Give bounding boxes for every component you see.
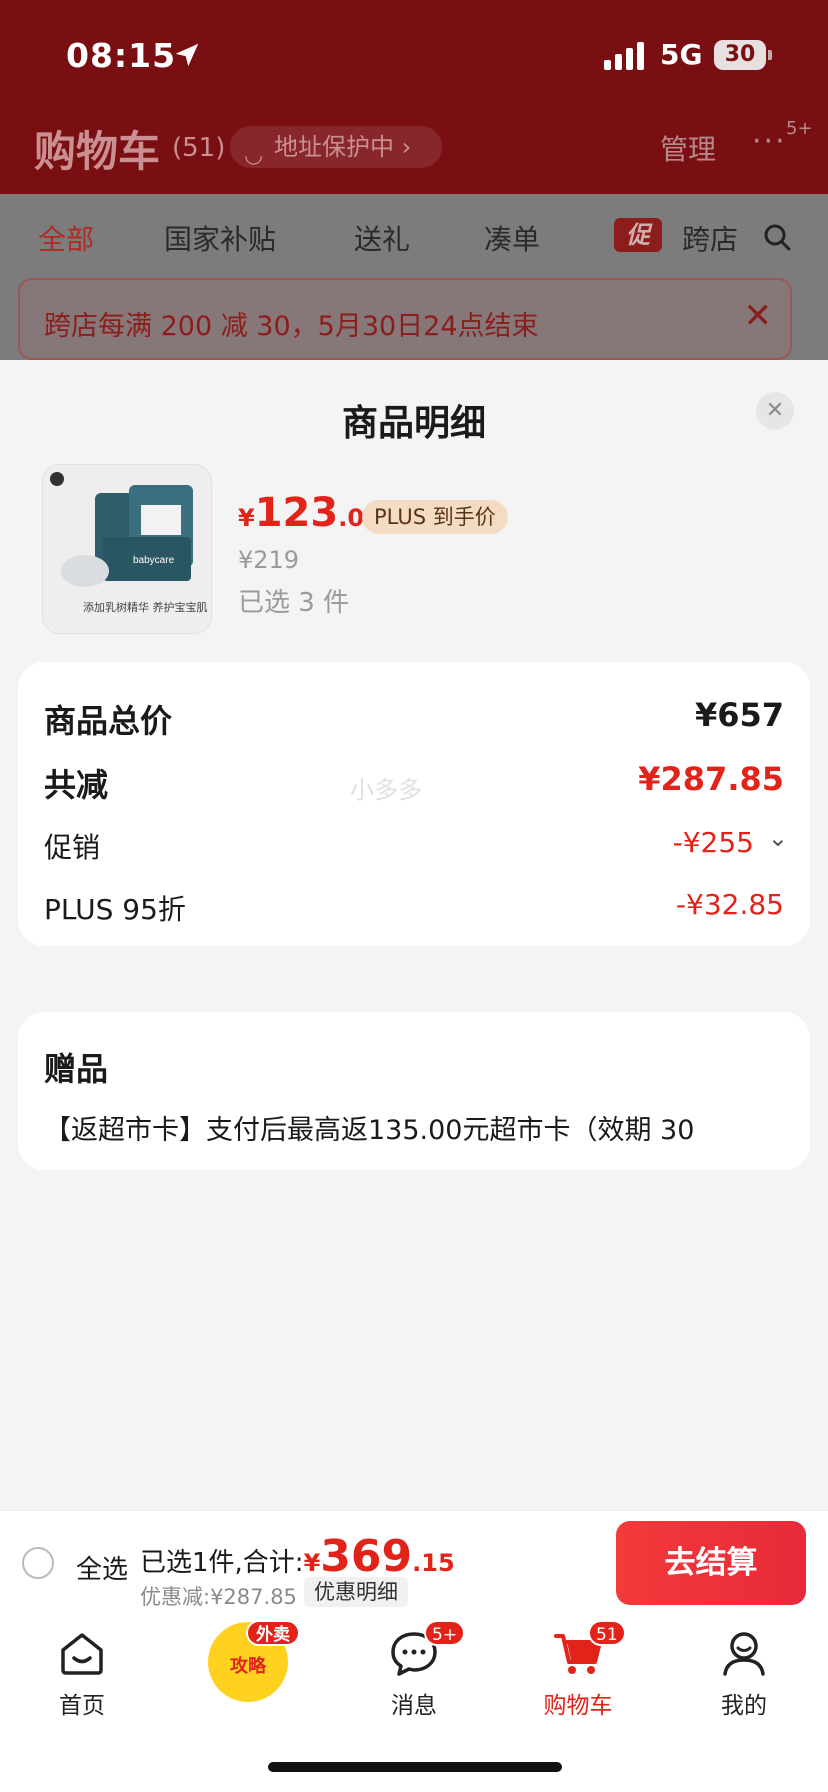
more-options-icon[interactable]: ··· <box>752 124 787 159</box>
cart-badge: 51 <box>588 1620 626 1646</box>
discount-summary: 优惠减:¥287.85 <box>140 1585 297 1609</box>
gift-card: 赠品 【返超市卡】支付后最高返135.00元超市卡（效期 30 <box>18 1012 810 1170</box>
watermark: 小多多 <box>350 776 422 804</box>
page-title: 购物车 <box>34 127 161 176</box>
plus-price-tag: PLUS 到手价 <box>362 500 508 534</box>
total-summary: 已选1件,合计:¥369.15 <box>140 1531 455 1582</box>
location-arrow-icon <box>175 43 199 67</box>
profile-icon <box>723 1632 765 1676</box>
promotion-value[interactable]: -¥255 <box>673 826 754 859</box>
promo-notice: 跨店每满 200 减 30，5月30日24点结束 ✕ <box>18 278 792 360</box>
home-indicator <box>268 1762 562 1772</box>
svg-text:babycare: babycare <box>133 555 175 566</box>
tab-gift[interactable]: 送礼 <box>354 218 410 258</box>
gift-title: 赠品 <box>44 1050 109 1088</box>
cart-count: (51) <box>172 133 226 163</box>
total-decimal: .15 <box>412 1549 455 1577</box>
tab-messages-label: 消息 <box>391 1693 437 1719</box>
selected-count: 已选 3 件 <box>238 588 350 618</box>
plus-discount-value: -¥32.85 <box>675 888 784 921</box>
discount-detail-button[interactable]: 优惠明细 <box>304 1577 408 1607</box>
product-detail-sheet: 商品明细 ✕ babycare 添加乳树精华 养护宝宝肌 ¥123.05 PLU… <box>0 360 828 1510</box>
battery-icon: 30 <box>714 40 766 70</box>
checkout-bar: 全选 已选1件,合计:¥369.15 优惠减:¥287.85 优惠明细 去结算 <box>0 1510 828 1610</box>
cellular-signal-icon <box>604 42 644 70</box>
tab-profile-label: 我的 <box>721 1693 767 1719</box>
address-protect-label: 地址保护中 › <box>274 133 412 161</box>
discount-value: ¥287.85 <box>638 760 784 798</box>
battery-cap <box>768 50 772 60</box>
network-type: 5G <box>660 38 703 71</box>
address-protect-pill[interactable]: ◡ 地址保护中 › <box>230 126 442 168</box>
checkout-button[interactable]: 去结算 <box>616 1521 806 1605</box>
tab-cart[interactable]: 购物车 51 <box>518 1620 638 1720</box>
smile-icon: ◡ <box>244 143 264 168</box>
product-image-caption: 添加乳树精华 养护宝宝肌 <box>83 601 208 614</box>
manage-button[interactable]: 管理 <box>660 128 716 168</box>
selected-summary-label: 已选1件,合计: <box>140 1548 304 1578</box>
promo-tag: 促 <box>614 218 662 252</box>
tab-strategy-label: 攻略 <box>230 1656 266 1677</box>
tab-messages[interactable]: 消息 5+ <box>354 1620 474 1720</box>
discount-label: 共减 <box>44 766 109 804</box>
close-button[interactable]: ✕ <box>756 392 794 430</box>
select-all-checkbox[interactable] <box>22 1547 54 1579</box>
messages-badge: 5+ <box>424 1620 466 1646</box>
waimai-badge: 外卖 <box>246 1620 300 1646</box>
chevron-down-icon[interactable]: ⌄ <box>768 824 788 852</box>
search-icon[interactable] <box>762 222 792 252</box>
total-price-label: 商品总价 <box>44 702 173 740</box>
tab-home[interactable]: 首页 <box>22 1628 142 1720</box>
promotion-label: 促销 <box>44 831 101 864</box>
price-integer: 123 <box>254 490 339 536</box>
total-currency: ¥ <box>303 1549 321 1577</box>
tab-cart-label: 购物车 <box>543 1693 613 1719</box>
status-bar: 08:15 5G 30 <box>0 0 828 100</box>
tab-home-label: 首页 <box>59 1693 105 1719</box>
tab-bundle[interactable]: 凑单 <box>484 218 540 258</box>
original-price: ¥219 <box>238 546 300 574</box>
tab-profile[interactable]: 我的 <box>684 1628 804 1720</box>
status-time: 08:15 <box>66 36 177 75</box>
sheet-title: 商品明细 <box>341 403 486 444</box>
gift-description: 【返超市卡】支付后最高返135.00元超市卡（效期 30 <box>44 1115 695 1146</box>
total-price-value: ¥657 <box>694 696 784 734</box>
select-all-label[interactable]: 全选 <box>76 1549 128 1586</box>
price-currency: ¥ <box>238 504 255 532</box>
plus-discount-label: PLUS 95折 <box>44 893 186 926</box>
total-integer: 369 <box>320 1531 413 1582</box>
promo-notice-text: 跨店每满 200 减 30，5月30日24点结束 <box>44 311 539 342</box>
product-image: babycare 添加乳树精华 养护宝宝肌 <box>42 464 212 634</box>
product-price: ¥123.05 <box>238 490 381 536</box>
tab-national-subsidy[interactable]: 国家补贴 <box>164 218 276 258</box>
tab-all[interactable]: 全部 <box>38 218 94 258</box>
tab-cross-store[interactable]: 跨店 <box>682 218 740 258</box>
more-badge: 5+ <box>786 118 813 139</box>
home-icon <box>61 1633 103 1675</box>
close-icon[interactable]: ✕ <box>744 296 773 336</box>
